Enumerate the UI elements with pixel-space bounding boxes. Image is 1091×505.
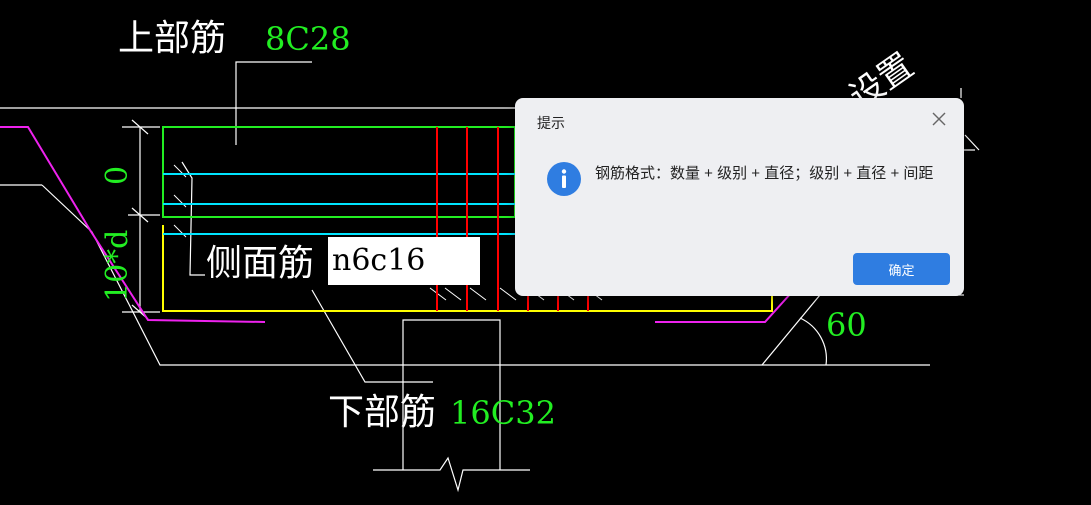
dialog-message: 钢筋格式：数量 + 级别 + 直径；级别 + 直径 + 间距 [595, 165, 934, 182]
dimension-lower: 10*d [100, 230, 135, 302]
close-icon[interactable] [930, 110, 948, 128]
dimension-upper: 0 [100, 166, 135, 185]
info-icon [547, 162, 581, 196]
angle-value: 60 [826, 306, 867, 344]
ok-button[interactable]: 确定 [853, 253, 950, 285]
top-rebar-label: 上部筋 [118, 18, 226, 59]
side-rebars [163, 173, 515, 235]
bottom-rebar-value: 16C32 [450, 394, 556, 432]
bottom-rebar-label: 下部筋 [328, 392, 436, 433]
side-rebar-label: 侧面筋 [206, 243, 314, 284]
tip-dialog: 提示 钢筋格式：数量 + 级别 + 直径；级别 + 直径 + 间距 确定 [515, 98, 964, 296]
rebar-input[interactable] [328, 237, 480, 285]
top-rebar-value: 8C28 [265, 20, 351, 58]
dialog-title: 提示 [537, 115, 565, 131]
